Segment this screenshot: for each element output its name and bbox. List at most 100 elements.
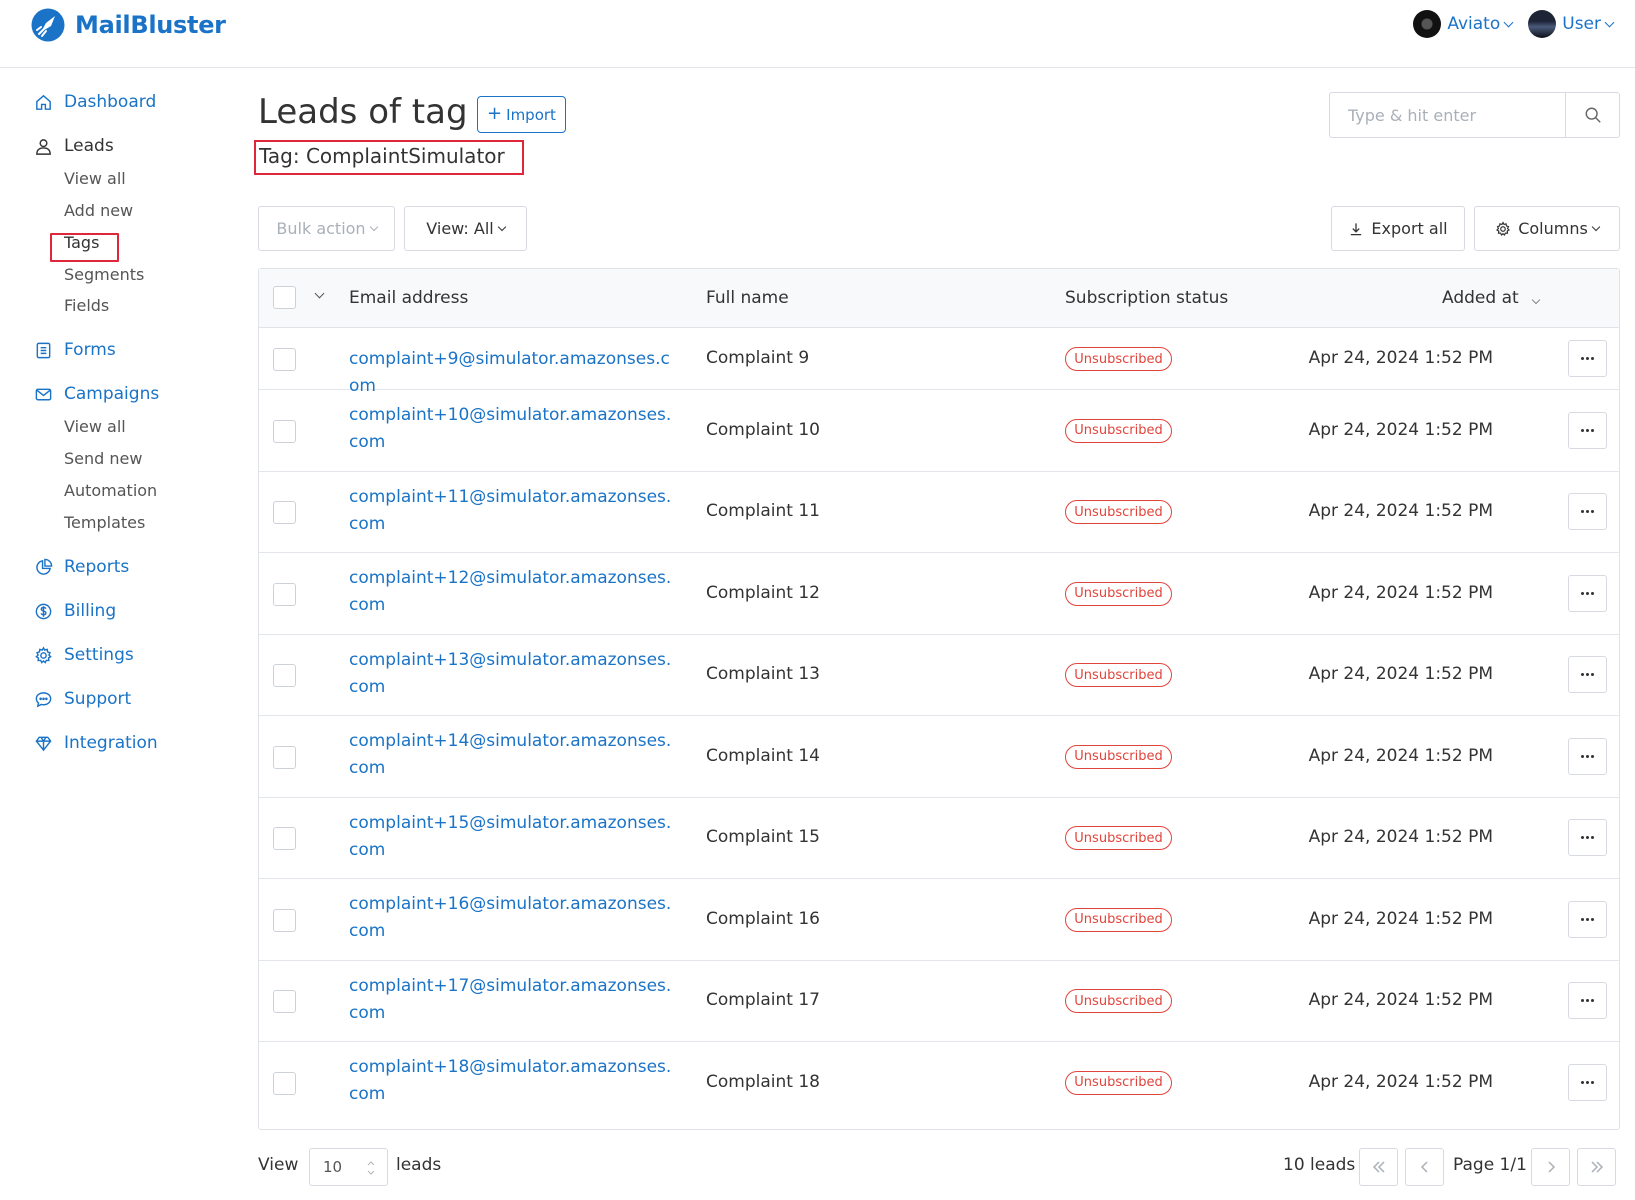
column-header-name[interactable]: Full name (706, 288, 789, 308)
view-filter-dropdown[interactable]: View: All (404, 206, 527, 251)
sidebar-sub-segments[interactable]: Segments (64, 265, 144, 284)
row-checkbox[interactable] (273, 348, 296, 371)
sidebar-item-billing[interactable]: Billing (34, 601, 116, 621)
row-actions-button[interactable] (1568, 656, 1607, 694)
full-name: Complaint 17 (706, 990, 820, 1011)
per-page-stepper[interactable]: 10 (309, 1148, 388, 1186)
column-header-email[interactable]: Email address (349, 288, 468, 308)
row-checkbox[interactable] (273, 745, 296, 769)
row-actions-button[interactable] (1568, 574, 1607, 612)
more-dot-icon (1586, 917, 1589, 921)
row-checkbox[interactable] (273, 827, 296, 851)
brand-logo[interactable]: MailBluster (31, 8, 226, 42)
table-row: complaint+9@simulator.amazonses.com Compl… (259, 328, 1619, 396)
email-link[interactable]: complaint+13@simulator.amazonses.com (349, 647, 674, 701)
more-dot-icon (1580, 673, 1584, 677)
sidebar-item-dashboard[interactable]: Dashboard (34, 92, 156, 112)
more-dot-icon (1591, 754, 1595, 758)
table-row: complaint+13@simulator.amazonses.com Comp… (259, 635, 1619, 716)
row-actions-button[interactable] (1568, 340, 1607, 377)
search-button[interactable] (1565, 93, 1619, 137)
row-actions-button[interactable] (1568, 819, 1607, 857)
column-header-status[interactable]: Subscription status (1065, 288, 1228, 308)
email-link[interactable]: complaint+12@simulator.amazonses.com (349, 565, 674, 619)
email-link[interactable]: complaint+11@simulator.amazonses.com (349, 484, 674, 538)
row-checkbox[interactable] (273, 1071, 296, 1095)
sidebar-item-reports[interactable]: Reports (34, 557, 129, 577)
more-dot-icon (1591, 836, 1595, 840)
sidebar-item-leads[interactable]: Leads (34, 136, 114, 156)
columns-dropdown[interactable]: Columns (1474, 206, 1620, 251)
export-all-button[interactable]: Export all (1331, 206, 1465, 251)
rocket-logo-icon (31, 8, 65, 42)
email-link[interactable]: complaint+15@simulator.amazonses.com (349, 810, 674, 864)
user-menu[interactable]: User (1528, 10, 1615, 38)
row-checkbox[interactable] (273, 501, 296, 525)
row-actions-button[interactable] (1568, 411, 1607, 449)
more-dot-icon (1580, 1080, 1584, 1084)
user-name: User (1562, 14, 1601, 34)
more-dot-icon (1580, 357, 1584, 360)
account-switcher[interactable]: Aviato (1413, 10, 1514, 38)
sidebar-item-settings[interactable]: Settings (34, 645, 134, 665)
sidebar-sub-send-new[interactable]: Send new (64, 449, 142, 468)
more-dot-icon (1586, 999, 1589, 1003)
more-dot-icon (1586, 1080, 1589, 1084)
next-page-button[interactable] (1531, 1148, 1570, 1186)
sidebar-sub-view-all-campaigns[interactable]: View all (64, 417, 126, 436)
columns-label: Columns (1518, 219, 1588, 238)
sidebar-sub-view-all-leads[interactable]: View all (64, 169, 126, 188)
status-badge: Unsubscribed (1065, 1070, 1172, 1095)
email-link[interactable]: complaint+14@simulator.amazonses.com (349, 728, 674, 782)
row-actions-button[interactable] (1568, 493, 1607, 531)
sidebar-sub-automation[interactable]: Automation (64, 481, 157, 500)
sidebar-sub-add-new[interactable]: Add new (64, 201, 133, 220)
email-link[interactable]: complaint+10@simulator.amazonses.com (349, 402, 674, 456)
row-actions-button[interactable] (1568, 737, 1607, 775)
more-dot-icon (1580, 754, 1584, 758)
more-dot-icon (1591, 591, 1595, 595)
chevron-down-icon (1604, 17, 1615, 27)
select-all-checkbox[interactable] (273, 286, 296, 309)
row-actions-button[interactable] (1568, 1063, 1607, 1101)
bulk-action-dropdown[interactable]: Bulk action (258, 206, 395, 251)
email-link[interactable]: complaint+17@simulator.amazonses.com (349, 973, 674, 1027)
sidebar-sub-templates[interactable]: Templates (64, 513, 145, 532)
prev-page-button[interactable] (1405, 1148, 1444, 1186)
row-actions-button[interactable] (1568, 982, 1607, 1020)
double-chevron-left-icon (1372, 1161, 1385, 1173)
added-at: Apr 24, 2024 1:52 PM (1308, 664, 1493, 685)
row-checkbox[interactable] (273, 664, 296, 688)
row-checkbox[interactable] (273, 908, 296, 932)
sidebar-item-forms[interactable]: Forms (34, 340, 116, 360)
more-dot-icon (1591, 673, 1595, 677)
more-dot-icon (1580, 836, 1584, 840)
row-checkbox[interactable] (273, 419, 296, 443)
sidebar-item-integration[interactable]: Integration (34, 733, 158, 753)
sidebar-item-label: Campaigns (64, 384, 160, 404)
added-at: Apr 24, 2024 1:52 PM (1308, 348, 1493, 368)
row-checkbox[interactable] (273, 582, 296, 606)
import-label: Import (506, 105, 556, 124)
import-button[interactable]: + Import (477, 96, 566, 133)
first-page-button[interactable] (1359, 1148, 1398, 1186)
row-actions-button[interactable] (1568, 900, 1607, 938)
leads-table: Email address Full name Subscription sta… (258, 268, 1620, 1130)
more-dot-icon (1580, 510, 1584, 514)
sidebar-sub-fields[interactable]: Fields (64, 296, 109, 315)
table-row: complaint+18@simulator.amazonses.com Comp… (259, 1042, 1619, 1124)
email-link[interactable]: complaint+18@simulator.amazonses.com (349, 1054, 674, 1108)
email-link[interactable]: complaint+16@simulator.amazonses.com (349, 891, 674, 945)
sidebar-item-support[interactable]: Support (34, 689, 131, 709)
search-box (1329, 92, 1620, 138)
row-checkbox[interactable] (273, 990, 296, 1014)
table-row: complaint+11@simulator.amazonses.com Comp… (259, 472, 1619, 553)
search-input[interactable] (1330, 93, 1565, 137)
search-icon (1585, 107, 1601, 123)
column-header-added[interactable]: Added at (1442, 288, 1541, 308)
tags-highlight-box (50, 233, 119, 262)
chevron-down-icon (497, 222, 506, 231)
last-page-button[interactable] (1577, 1148, 1616, 1186)
chevron-down-icon[interactable] (314, 288, 325, 299)
sidebar-item-campaigns[interactable]: Campaigns (34, 384, 159, 404)
